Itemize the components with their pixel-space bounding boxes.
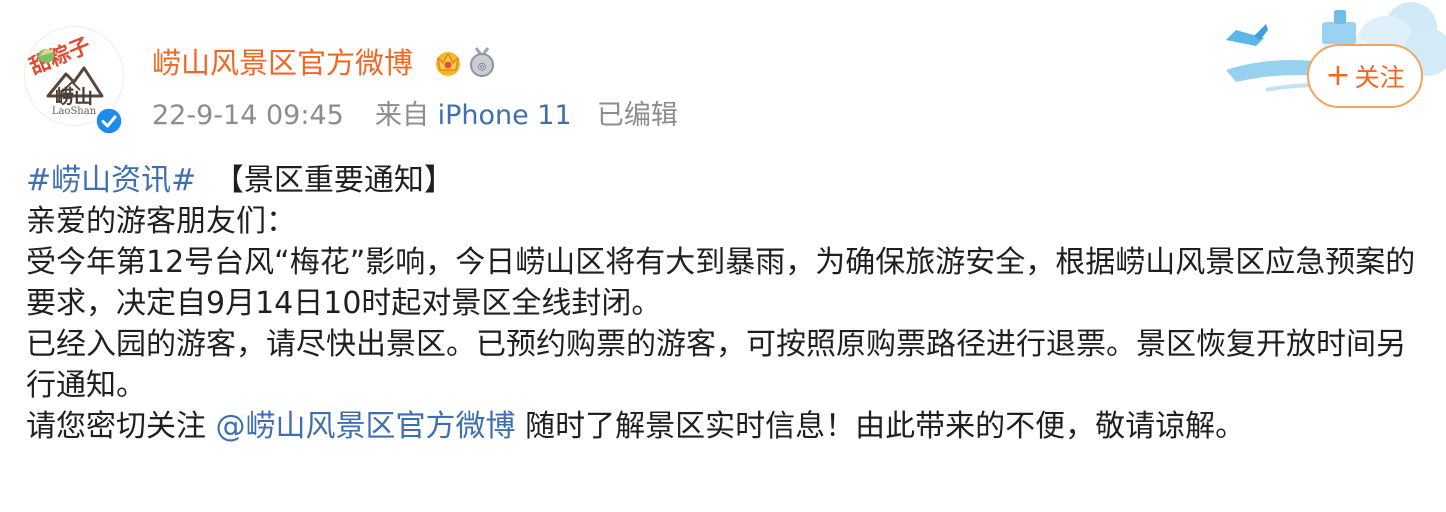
plus-icon: + xyxy=(1325,58,1351,93)
medal-icon[interactable]: ◎ xyxy=(466,46,498,78)
avatar[interactable]: 甜粽子 崂山 LaoShan xyxy=(24,26,124,136)
avatar-brand-text: 崂山 xyxy=(54,86,93,108)
post-line-title: #崂山资讯# 【景区重要通知】 xyxy=(26,160,1416,201)
post-meta: 22-9-14 09:45 来自 iPhone 11 已编辑 xyxy=(152,98,678,134)
crown-member-icon[interactable] xyxy=(432,46,464,78)
post-content: #崂山资讯# 【景区重要通知】 亲爱的游客朋友们： 受今年第12号台风“梅花”影… xyxy=(26,160,1416,447)
post-paragraph-2: 已经入园的游客，请尽快出景区。已预约购票的游客，可按照原购票路径进行退票。景区恢… xyxy=(26,327,1406,403)
mention-link[interactable]: @崂山风景区官方微博 xyxy=(216,409,516,444)
hashtag-link[interactable]: #崂山资讯# xyxy=(26,163,196,198)
post-time[interactable]: 22-9-14 09:45 xyxy=(152,100,344,131)
weibo-post: 甜粽子 崂山 LaoShan 崂山风景区官方微博 ◎ 22-9-14 09:45… xyxy=(0,0,1446,512)
edited-label[interactable]: 已编辑 xyxy=(597,100,678,131)
follow-button-label: 关注 xyxy=(1354,63,1405,92)
post-closing: 请您密切关注 @崂山风景区官方微博 随时了解景区实时信息！由此带来的不便，敬请谅… xyxy=(26,406,1416,447)
source-prefix: 来自 xyxy=(374,100,429,131)
notice-title: 【景区重要通知】 xyxy=(213,163,454,198)
post-paragraph-1: 受今年第12号台风“梅花”影响，今日崂山区将有大到暴雨，为确保旅游安全，根据崂山… xyxy=(26,245,1416,321)
verified-check-icon xyxy=(94,106,124,136)
closing-after-text: 随时了解景区实时信息！由此带来的不便，敬请谅解。 xyxy=(525,409,1246,444)
svg-text:◎: ◎ xyxy=(478,62,487,73)
follow-button[interactable]: + 关注 xyxy=(1307,44,1423,108)
closing-before-text: 请您密切关注 xyxy=(26,409,206,444)
username-link[interactable]: 崂山风景区官方微博 xyxy=(152,44,413,82)
device-link[interactable]: iPhone 11 xyxy=(438,100,572,131)
post-greeting: 亲爱的游客朋友们： xyxy=(26,204,296,239)
